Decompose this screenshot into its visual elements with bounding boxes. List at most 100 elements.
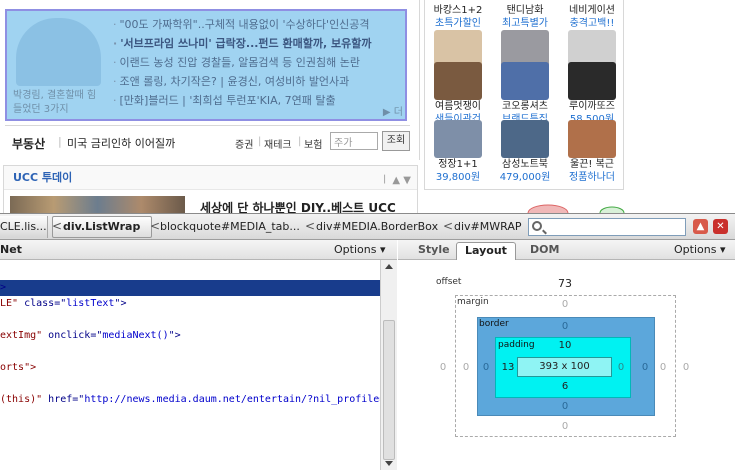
source-line[interactable]: LE" class="listText"> xyxy=(0,296,126,312)
shop-product[interactable]: 바캉스1+2 초특가할인 xyxy=(425,4,491,68)
border-top-value[interactable]: 0 xyxy=(550,321,580,332)
firebug-toolbar: CLE.lis... < div.ListWrap < blockquote#M… xyxy=(0,213,735,240)
padding-bottom-value[interactable]: 6 xyxy=(550,381,580,392)
headline-text[interactable]: 조앤 롤링, 차기작은? | 윤경신, 여성비하 발언사과 xyxy=(120,75,350,88)
product-name[interactable]: 코오롱셔츠 xyxy=(492,100,558,113)
headline-item[interactable]: · 이랜드 농성 진압 경찰들, 알몸검색 등 인권침해 논란 xyxy=(113,53,413,72)
shop-product[interactable]: 삼성노트북 479,000원 xyxy=(492,120,558,184)
source-token: mediaNext() xyxy=(102,330,169,341)
border-bottom-value[interactable]: 0 xyxy=(550,401,580,412)
minimize-panel-button[interactable]: ▲ xyxy=(693,219,708,234)
headline-text[interactable]: '서브프라임 쓰나미' 급락장...펀드 환매할까, 보유할까 xyxy=(120,37,371,50)
product-name[interactable]: 루이까또즈 xyxy=(559,100,625,113)
product-name[interactable]: 바캉스1+2 xyxy=(425,4,491,17)
product-name[interactable]: 여름멋쟁이 xyxy=(425,100,491,113)
product-name[interactable]: 삼성노트북 xyxy=(492,158,558,171)
search-icon xyxy=(532,221,542,231)
offset-label: offset xyxy=(436,277,462,287)
tab-style[interactable]: Style xyxy=(410,242,458,260)
source-line[interactable]: > xyxy=(0,280,6,296)
product-price[interactable]: 479,000원 xyxy=(492,171,558,184)
headline-text[interactable]: 이랜드 농성 진압 경찰들, 알몸검색 등 인권침해 논란 xyxy=(120,56,361,69)
product-name[interactable]: 네비게이션 xyxy=(559,4,625,17)
source-line[interactable]: (this)" href="http://news.media.daum.net… xyxy=(0,392,385,408)
margin-label: margin xyxy=(457,297,489,307)
product-image[interactable] xyxy=(501,120,549,158)
padding-right-value[interactable]: 0 xyxy=(606,362,636,373)
html-panel-scrollbar[interactable] xyxy=(380,260,397,470)
scroll-down-arrow-icon[interactable] xyxy=(385,461,393,466)
crumb-div-mwrap[interactable]: div#MWRAP xyxy=(454,220,522,233)
product-image[interactable] xyxy=(568,120,616,158)
ucc-thumbnail-strip[interactable] xyxy=(10,196,185,213)
shop-product[interactable]: 울끈! 복근 정품하나더 xyxy=(559,120,625,184)
padding-left-value[interactable]: 13 xyxy=(493,362,523,373)
bullet-icon: · xyxy=(113,56,117,69)
crumb-blockquote[interactable]: blockquote#MEDIA_tab... xyxy=(160,220,300,233)
tab-layout[interactable]: Layout xyxy=(456,242,516,260)
shop-product[interactable]: 루이까또즈58,500원 xyxy=(559,62,625,126)
webpage-viewport: 박경림, 결혼할때 힘들었던 3가지 · "00도 가짜학위"..구체적 내용없이… xyxy=(0,0,735,213)
html-options-menu[interactable]: Options ▾ xyxy=(334,243,385,256)
shop-product[interactable]: 네비게이션 충격고백!! xyxy=(559,4,625,68)
margin-bottom-value[interactable]: 0 xyxy=(550,421,580,432)
margin-top-value[interactable]: 0 xyxy=(550,299,580,310)
product-name[interactable]: 정장1+1 xyxy=(425,158,491,171)
scroll-up-arrow-icon[interactable] xyxy=(385,264,393,269)
headline-item[interactable]: · [만화]블러드 | '최희섭 투런포'KIA, 7연패 탈출 xyxy=(113,91,413,110)
product-price[interactable]: 최고특별가 xyxy=(492,17,558,30)
link-stocks[interactable]: 증권 xyxy=(235,136,253,151)
padding-top-value[interactable]: 10 xyxy=(550,340,580,351)
offset-value[interactable]: 73 xyxy=(550,277,580,290)
html-source-tree: > LE" class="listText"> extImg" onclick="m… xyxy=(0,280,385,470)
firebug-search-input[interactable] xyxy=(528,218,686,236)
shop-product[interactable]: 탠디남화 최고특별가 xyxy=(492,4,558,68)
crumb-div-listwrap[interactable]: div.ListWrap xyxy=(63,220,140,233)
shop-product[interactable]: 여름멋쟁이샌들이관건 xyxy=(425,62,491,126)
crumb-cle-list[interactable]: CLE.lis... xyxy=(0,220,47,233)
ucc-heading[interactable]: UCC 투데이 xyxy=(4,166,417,190)
thumbnail-caption[interactable]: 박경림, 결혼할때 힘들었던 3가지 xyxy=(13,89,105,117)
news-thumbnail[interactable] xyxy=(16,18,101,86)
crumb-div-media[interactable]: div#MEDIA.BorderBox xyxy=(316,220,438,233)
product-name[interactable]: 탠디남화 xyxy=(492,4,558,17)
offset-left-value[interactable]: 0 xyxy=(428,362,458,373)
product-price[interactable]: 초특가할인 xyxy=(425,17,491,30)
source-line[interactable]: extImg" onclick="mediaNext()"> xyxy=(0,328,181,344)
product-price[interactable]: 정품하나더 xyxy=(559,171,625,184)
headline-item[interactable]: · '서브프라임 쓰나미' 급락장...펀드 환매할까, 보유할까 xyxy=(113,34,413,53)
shop-product[interactable]: 코오롱셔츠브랜드특집 xyxy=(492,62,558,126)
html-panel-header: Net Options ▾ xyxy=(0,240,397,260)
side-panel: Style Layout DOM Options ▾ offset 73 393… xyxy=(398,240,735,470)
product-price[interactable]: 39,800원 xyxy=(425,171,491,184)
headline-text[interactable]: [만화]블러드 | '최희섭 투런포'KIA, 7연패 탈출 xyxy=(120,94,336,107)
tab-dom[interactable]: DOM xyxy=(522,242,567,260)
realestate-headline[interactable]: 미국 금리인하 이어질까 xyxy=(67,135,175,151)
ucc-nav-controls[interactable]: ㅣ ▲ ▼ xyxy=(380,171,411,186)
extra-right-value[interactable]: 0 xyxy=(671,362,701,373)
product-image[interactable] xyxy=(434,62,482,100)
product-image[interactable] xyxy=(568,62,616,100)
headline-item[interactable]: · 조앤 롤링, 차기작은? | 윤경신, 여성비하 발언사과 xyxy=(113,72,413,91)
link-finance[interactable]: 재테크 xyxy=(264,136,292,151)
ucc-title[interactable]: 세상에 단 하나뿐인 DIY..베스트 UCC xyxy=(200,199,396,213)
product-name[interactable]: 울끈! 복근 xyxy=(559,158,625,171)
headline-item[interactable]: · "00도 가짜학위"..구체적 내용없이 '수상하다'인신공격 xyxy=(113,15,413,34)
source-line[interactable]: orts"> xyxy=(0,360,36,376)
product-price[interactable]: 충격고백!! xyxy=(559,17,625,30)
product-image[interactable] xyxy=(434,120,482,158)
headline-text[interactable]: "00도 가짜학위"..구체적 내용없이 '수상하다'인신공격 xyxy=(120,18,370,31)
more-link[interactable]: ▶ 더 xyxy=(383,103,403,118)
close-panel-button[interactable]: ✕ xyxy=(713,219,728,234)
realestate-category[interactable]: 부동산 xyxy=(12,135,45,152)
scroll-thumb[interactable] xyxy=(383,320,395,460)
crumb-separator: < xyxy=(305,219,316,233)
product-image[interactable] xyxy=(501,62,549,100)
link-insurance[interactable]: 보험 xyxy=(304,136,322,151)
shop-product[interactable]: 정장1+1 39,800원 xyxy=(425,120,491,184)
stock-search-input[interactable] xyxy=(330,132,378,150)
layout-options-menu[interactable]: Options ▾ xyxy=(674,243,725,256)
source-token: extImg" xyxy=(0,330,49,341)
net-tab[interactable]: Net xyxy=(0,243,22,256)
stock-search-button[interactable]: 조회 xyxy=(382,131,410,151)
